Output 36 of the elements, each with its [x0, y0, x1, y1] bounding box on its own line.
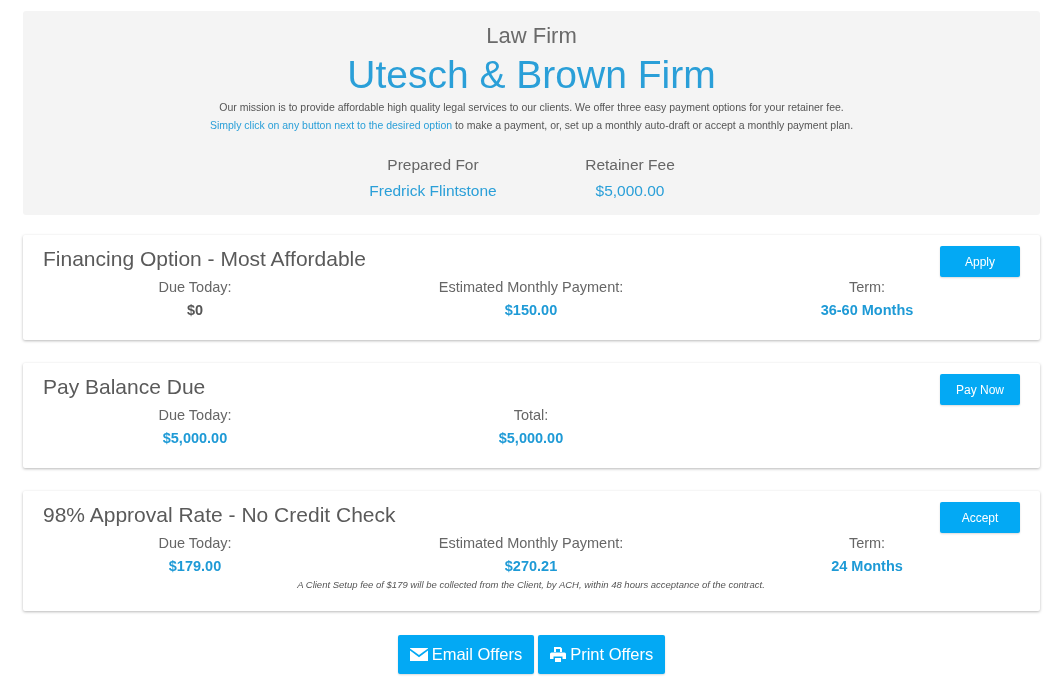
field-label: Total: — [512, 406, 550, 425]
summary-label: Prepared For — [386, 155, 480, 175]
offer-button[interactable]: Accept — [940, 502, 1020, 533]
offer-title: 98% Approval Rate - No Credit Check — [43, 502, 396, 528]
field-value: $150.00 — [503, 301, 559, 320]
field-value: $179.00 — [167, 557, 223, 576]
action-button[interactable]: Email Offers — [397, 635, 535, 674]
summary-value: Fredrick Flintstone — [368, 181, 498, 201]
summary-value: $5,000.00 — [594, 181, 666, 201]
field-label: Estimated Monthly Payment: — [437, 278, 625, 297]
offer-title: Pay Balance Due — [43, 374, 206, 400]
field-value: $270.21 — [503, 557, 559, 576]
field-value: $5,000.00 — [161, 429, 229, 448]
page-kicker: Law Firm — [485, 23, 578, 49]
mission-text: Our mission is to provide affordable high quality legal services to our clients. We offer three easy payment options for your retainer fee. — [218, 100, 845, 115]
printer-icon — [550, 647, 567, 662]
envelope-icon — [409, 648, 428, 661]
field-label: Term: — [847, 534, 887, 553]
field-value: $5,000.00 — [497, 429, 565, 448]
field-label: Term: — [847, 278, 887, 297]
offer-note: A Client Setup fee of $179 will be collected from the Client, by ACH, within 48 hours acceptance of the contract. — [296, 578, 766, 591]
field-value: 24 Months — [830, 557, 904, 576]
field-value: $0 — [185, 301, 205, 320]
field-label: Due Today: — [157, 534, 233, 553]
field-label: Due Today: — [157, 406, 233, 425]
instruction-link[interactable]: Simply click on any button next to the desired option — [209, 119, 453, 131]
field-label: Due Today: — [157, 278, 233, 297]
field-label: Estimated Monthly Payment: — [437, 534, 625, 553]
instruction-text: Simply click on any button next to the desired option to make a payment, or, set up a monthly auto-draft or accept a monthly payment plan. — [208, 118, 855, 133]
offer-title: Financing Option - Most Affordable — [43, 246, 366, 272]
offer-button[interactable]: Apply — [940, 246, 1020, 277]
summary-label: Retainer Fee — [584, 155, 676, 175]
field-value: 36-60 Months — [819, 301, 915, 320]
offer-button[interactable]: Pay Now — [940, 374, 1020, 405]
action-button[interactable]: Print Offers — [538, 635, 666, 674]
firm-name: Utesch & Brown Firm — [346, 52, 717, 98]
